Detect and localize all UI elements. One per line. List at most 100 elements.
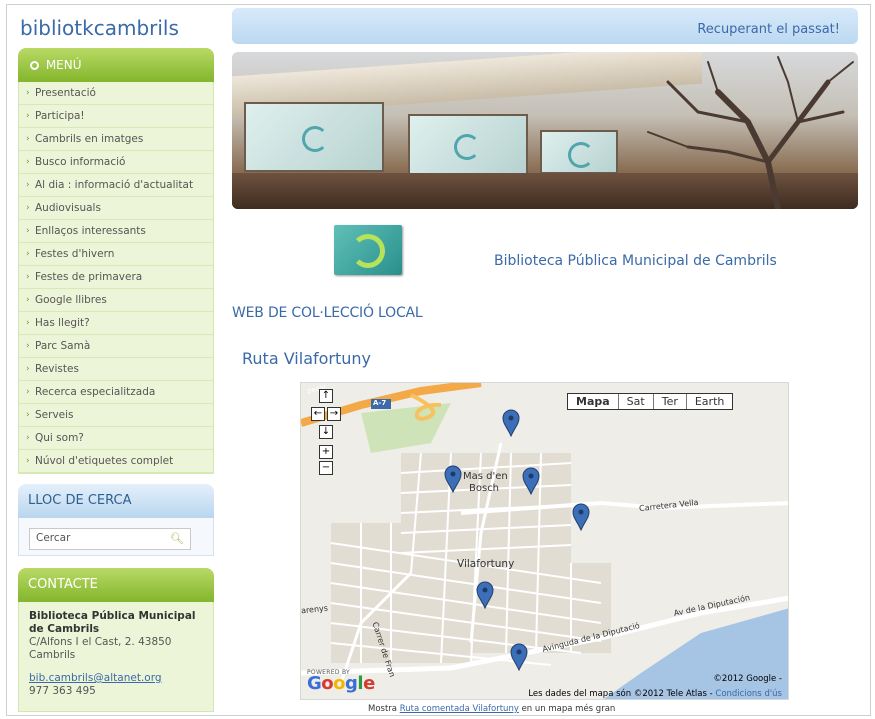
sidebar: bibliotkcambrils MENÚ › Presentació › Parti… bbox=[18, 8, 214, 712]
swirl-icon bbox=[454, 134, 480, 160]
contact-email-link[interactable]: bib.cambrils@altanet.org bbox=[29, 672, 162, 684]
map-pin-icon[interactable] bbox=[509, 643, 529, 671]
menu-item-label: Recerca especialitzada bbox=[35, 386, 156, 398]
library-logo-icon[interactable] bbox=[334, 225, 402, 275]
pan-left-button[interactable]: ← bbox=[311, 407, 325, 421]
main-content: Recuperant el passat! Biblioteca Pública… bbox=[232, 8, 858, 368]
menu-item[interactable]: › Google llibres bbox=[19, 289, 213, 312]
zoom-out-button[interactable]: − bbox=[319, 461, 333, 475]
google-logo[interactable]: POWERED BY Google bbox=[307, 669, 375, 694]
header-banner-image bbox=[232, 52, 858, 209]
logo-letter: G bbox=[307, 673, 322, 694]
menu-dot-icon bbox=[30, 61, 39, 70]
map-pin-icon[interactable] bbox=[443, 465, 463, 493]
search-body: Cercar 🔍︎ bbox=[18, 518, 214, 556]
menu-item[interactable]: › Revistes bbox=[19, 358, 213, 381]
map-pin-icon[interactable] bbox=[475, 581, 495, 609]
menu-item-label: Revistes bbox=[35, 363, 79, 375]
pan-up-button[interactable]: ↑ bbox=[319, 389, 333, 403]
search-box: LLOC DE CERCA Cercar 🔍︎ bbox=[18, 484, 214, 556]
menu-item[interactable]: › Participa! bbox=[19, 105, 213, 128]
map-label-vilafortuny: Vilafortuny bbox=[457, 558, 515, 570]
zoom-in-button[interactable]: + bbox=[319, 445, 333, 459]
chevron-right-icon: › bbox=[26, 111, 30, 121]
menu-item-label: Festes d'hivern bbox=[35, 248, 115, 260]
embedded-map[interactable]: A-7 peaje Mas d'en Bosch Vilafortuny Car… bbox=[300, 382, 789, 700]
chevron-right-icon: › bbox=[26, 134, 30, 144]
menu-item[interactable]: › Audiovisuals bbox=[19, 197, 213, 220]
pan-right-button[interactable]: → bbox=[327, 407, 341, 421]
menu-item-label: Parc Samà bbox=[35, 340, 91, 352]
menu-list: › Presentació › Participa! › Cambrils en imat… bbox=[18, 82, 214, 474]
menu-item[interactable]: › Qui som? bbox=[19, 427, 213, 450]
menu-item[interactable]: › Al dia : informació d'actualitat bbox=[19, 174, 213, 197]
menu-item[interactable]: › Enllaços interessants bbox=[19, 220, 213, 243]
menu-item[interactable]: › Serveis bbox=[19, 404, 213, 427]
menu-item[interactable]: › Núvol d'etiquetes complet bbox=[19, 450, 213, 473]
menu-item-label: Serveis bbox=[35, 409, 74, 421]
chevron-right-icon: › bbox=[26, 157, 30, 167]
menu-item-label: Festes de primavera bbox=[35, 271, 143, 283]
banner-tree bbox=[628, 52, 858, 209]
larger-map-link[interactable]: Ruta comentada Vilafortuny bbox=[400, 704, 519, 714]
map-type-button[interactable]: Sat bbox=[619, 394, 654, 409]
logo-letter: o bbox=[321, 673, 334, 694]
building-window bbox=[540, 130, 618, 174]
contact-org: Biblioteca Pública Municipal de Cambrils bbox=[29, 610, 196, 635]
tree-branches-graphic bbox=[647, 56, 854, 209]
menu-item[interactable]: › Busco informació bbox=[19, 151, 213, 174]
menu-item-label: Al dia : informació d'actualitat bbox=[35, 179, 194, 191]
map-type-button[interactable]: Earth bbox=[687, 394, 733, 409]
building-window bbox=[244, 102, 384, 172]
chevron-right-icon: › bbox=[26, 272, 30, 282]
terms-link[interactable]: Condicions d'ús bbox=[715, 689, 782, 699]
chevron-right-icon: › bbox=[26, 318, 30, 328]
map-pin-icon[interactable] bbox=[571, 503, 591, 531]
search-heading: LLOC DE CERCA bbox=[18, 484, 214, 518]
swirl-icon bbox=[568, 142, 594, 168]
map-pin-icon[interactable] bbox=[521, 467, 541, 495]
site-title[interactable]: bibliotkcambrils bbox=[18, 8, 214, 48]
chevron-right-icon: › bbox=[26, 180, 30, 190]
map-label-a7: A-7 bbox=[373, 399, 387, 407]
menu-box: MENÚ › Presentació › Participa! › Cambrils en… bbox=[18, 48, 214, 474]
logo-letter: o bbox=[333, 673, 346, 694]
search-icon[interactable]: 🔍︎ bbox=[170, 532, 184, 545]
menu-item[interactable]: › Parc Samà bbox=[19, 335, 213, 358]
map-type-button[interactable]: Ter bbox=[654, 394, 687, 409]
menu-item-label: Cambrils en imatges bbox=[35, 133, 144, 145]
slogan-text: Recuperant el passat! bbox=[697, 22, 840, 37]
menu-item-label: Enllaços interessants bbox=[35, 225, 146, 237]
menu-item-label: Qui som? bbox=[35, 432, 84, 444]
menu-item[interactable]: › Has llegit? bbox=[19, 312, 213, 335]
menu-item[interactable]: › Recerca especialitzada bbox=[19, 381, 213, 404]
pan-down-button[interactable]: ↓ bbox=[319, 425, 333, 439]
menu-item[interactable]: › Festes d'hivern bbox=[19, 243, 213, 266]
logo-letter: e bbox=[363, 673, 375, 694]
menu-item[interactable]: › Cambrils en imatges bbox=[19, 128, 213, 151]
map-pin-icon[interactable] bbox=[501, 409, 521, 437]
menu-item-label: Has llegit? bbox=[35, 317, 90, 329]
map-type-selector: Mapa Sat Ter Earth bbox=[567, 393, 734, 410]
logo-letter: g bbox=[345, 673, 358, 694]
swirl-icon bbox=[302, 126, 328, 152]
contact-phone: 977 363 495 bbox=[29, 685, 96, 697]
building-window bbox=[408, 114, 528, 176]
menu-item[interactable]: › Presentació bbox=[19, 82, 213, 105]
map-type-button[interactable]: Mapa bbox=[568, 394, 619, 409]
chevron-right-icon: › bbox=[26, 456, 30, 466]
menu-item-label: Busco informació bbox=[35, 156, 126, 168]
chevron-right-icon: › bbox=[26, 203, 30, 213]
larger-map-prefix: Mostra bbox=[368, 704, 400, 714]
attribution-text: Les dades del mapa són ©2012 Tele Atlas … bbox=[528, 689, 716, 699]
collection-title: WEB DE COL·LECCIÓ LOCAL bbox=[232, 305, 423, 321]
route-title: Ruta Vilafortuny bbox=[242, 349, 372, 368]
contact-heading: CONTACTE bbox=[18, 568, 214, 602]
library-logo-row: Biblioteca Pública Municipal de Cambrils bbox=[232, 219, 858, 291]
contact-spacer bbox=[29, 662, 203, 672]
menu-item-label: Presentació bbox=[35, 87, 96, 99]
menu-item[interactable]: › Festes de primavera bbox=[19, 266, 213, 289]
search-input[interactable]: Cercar 🔍︎ bbox=[29, 528, 191, 550]
chevron-right-icon: › bbox=[26, 341, 30, 351]
menu-item-label: Google llibres bbox=[35, 294, 107, 306]
